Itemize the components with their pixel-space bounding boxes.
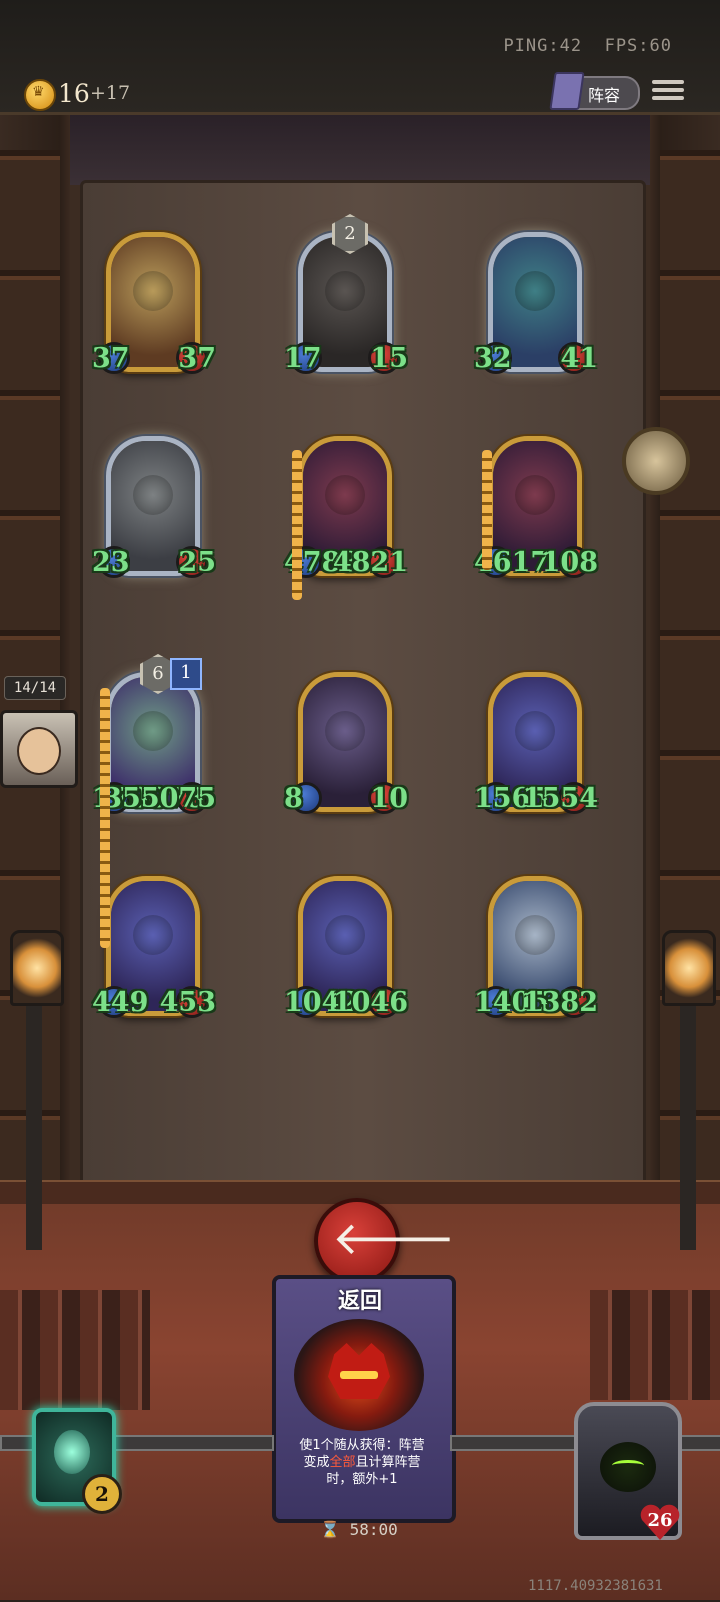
hero-face-icon bbox=[17, 727, 61, 775]
portrait-face bbox=[325, 271, 365, 311]
gold-chain-icon bbox=[482, 450, 492, 570]
fps-text: FPS:60 bbox=[604, 36, 672, 56]
minion-card[interactable]: 170078 355075 6 1 bbox=[92, 654, 216, 822]
demon-mask-icon bbox=[294, 1319, 424, 1431]
portrait-face bbox=[325, 711, 365, 751]
minion-card[interactable]: 1042 1046 bbox=[284, 876, 408, 1026]
book-icon bbox=[549, 72, 585, 110]
spell-desc-line-2: 变成全部且计算阵营 bbox=[282, 1454, 442, 1471]
minion-health: 41 bbox=[560, 343, 598, 374]
lineup-button[interactable]: 阵容 bbox=[549, 72, 640, 110]
portrait-face bbox=[133, 271, 173, 311]
lineup-label: 阵容 bbox=[588, 86, 621, 105]
minion-card[interactable]: 449 453 bbox=[92, 876, 216, 1026]
back-button[interactable]: 🡐 bbox=[314, 1198, 455, 1284]
minion-card[interactable]: 23 25 bbox=[92, 436, 216, 586]
timer-text: 58:00 bbox=[349, 1520, 398, 1539]
player-hero-portrait[interactable] bbox=[0, 710, 78, 788]
minion-health: 25 bbox=[178, 547, 216, 578]
minion-attack: 17 bbox=[284, 343, 322, 374]
minion-health: 37 bbox=[178, 343, 216, 374]
minion-health: 1382 bbox=[522, 987, 598, 1018]
minion-attack: 37 bbox=[92, 343, 130, 374]
voodoo-doll-token[interactable] bbox=[622, 427, 690, 495]
gold-income: +17 bbox=[90, 82, 131, 104]
spell-desc-text: 变成 bbox=[303, 1455, 330, 1470]
menu-button[interactable] bbox=[652, 76, 684, 104]
portrait-face bbox=[515, 711, 555, 751]
minion-card[interactable]: 1405 1382 bbox=[474, 876, 598, 1026]
gold-coin-icon bbox=[24, 79, 56, 111]
portrait-face bbox=[515, 475, 555, 515]
gold-amount: 16 bbox=[58, 79, 90, 108]
portrait-face bbox=[515, 915, 555, 955]
portrait-face bbox=[325, 475, 365, 515]
minion-health: 10 bbox=[370, 783, 408, 814]
minion-card[interactable]: 1565 1554 bbox=[474, 672, 598, 822]
lamp-post-right bbox=[680, 990, 696, 1250]
gothic-arch bbox=[70, 115, 650, 185]
portrait-face bbox=[325, 915, 365, 955]
gold-chain-icon bbox=[100, 688, 110, 948]
debug-value: 1117.40932381631 bbox=[528, 1578, 663, 1594]
minion-health: 108 bbox=[541, 547, 598, 578]
ghost-icon bbox=[54, 1430, 90, 1474]
spell-desc-text: 且计算阵营 bbox=[355, 1455, 421, 1470]
minion-tier-badge: 1 bbox=[170, 658, 202, 690]
book-pile-left bbox=[0, 1290, 150, 1410]
minion-attack: 8 bbox=[284, 783, 303, 814]
minion-card[interactable]: 17 15 2 bbox=[284, 214, 408, 382]
minion-attack: 32 bbox=[474, 343, 512, 374]
minion-health: 355075 bbox=[103, 783, 216, 814]
spell-card-title: 返回 bbox=[337, 1289, 382, 1314]
hand-count: 14/14 bbox=[4, 676, 66, 700]
minion-card[interactable]: 4788 4821 bbox=[284, 436, 408, 586]
minion-health: 15 bbox=[370, 343, 408, 374]
portrait-face bbox=[133, 475, 173, 515]
spell-desc-highlight: 全部 bbox=[329, 1455, 356, 1470]
hero-power-cost: 2 bbox=[82, 1474, 122, 1514]
gold-chain-icon bbox=[292, 450, 302, 600]
minion-health: 1046 bbox=[332, 987, 408, 1018]
minion-health: 453 bbox=[159, 987, 216, 1018]
hourglass-icon: ⌛ bbox=[320, 1520, 340, 1539]
ping-text: PING:42 bbox=[503, 36, 583, 56]
minion-card[interactable]: 8 10 bbox=[284, 672, 408, 822]
minion-health: 1554 bbox=[522, 783, 598, 814]
lamp-post-left bbox=[26, 990, 42, 1250]
portrait-face bbox=[515, 271, 555, 311]
arrow-left-icon: 🡐 bbox=[332, 1211, 456, 1265]
menu-icon bbox=[652, 80, 684, 84]
minion-health: 4821 bbox=[332, 547, 408, 578]
turn-timer: ⌛ 58:00 bbox=[320, 1520, 398, 1539]
network-stats: PING:42 FPS:60 bbox=[503, 36, 672, 56]
minion-attack: 449 bbox=[92, 987, 149, 1018]
spell-desc-line-3: 时，额外+1 bbox=[326, 1472, 398, 1487]
menu-icon-bar bbox=[652, 96, 684, 100]
lamp-left-icon bbox=[10, 930, 64, 1006]
minion-card[interactable]: 32 41 bbox=[474, 232, 598, 382]
lamp-right-icon bbox=[662, 930, 716, 1006]
portrait-face bbox=[133, 711, 173, 751]
minion-attack: 23 bbox=[92, 547, 130, 578]
spell-card[interactable]: 返回 使1个随从获得：阵营 变成全部且计算阵营 时，额外+1 bbox=[272, 1275, 456, 1523]
portrait-face bbox=[133, 915, 173, 955]
book-pile-right bbox=[590, 1290, 720, 1400]
shadow-face-icon bbox=[600, 1442, 656, 1492]
opponent-health: 26 bbox=[647, 1510, 673, 1531]
mask-eyes bbox=[340, 1371, 378, 1379]
menu-icon-bar bbox=[652, 88, 684, 92]
minion-card[interactable]: 37 37 bbox=[92, 232, 216, 382]
minion-card[interactable]: 4617 108 bbox=[474, 436, 598, 586]
